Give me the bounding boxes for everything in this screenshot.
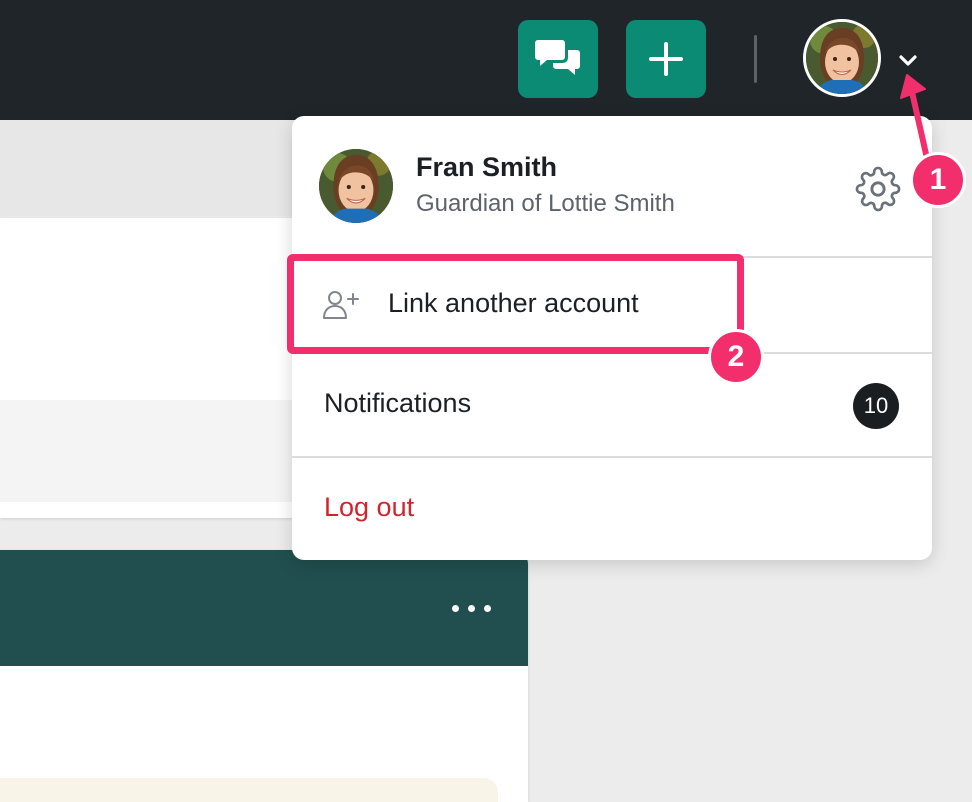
notifications-label: Notifications xyxy=(324,388,472,418)
avatar-photo xyxy=(806,22,878,94)
notifications-count-badge: 10 xyxy=(853,383,899,429)
user-name: Fran Smith xyxy=(416,152,558,182)
feed-card-header xyxy=(0,550,528,666)
avatar-photo xyxy=(319,149,393,223)
step-1-badge: 1 xyxy=(910,152,966,208)
page-header-strip xyxy=(0,120,300,216)
more-horizontal-icon[interactable] xyxy=(452,605,491,612)
content-card-footer xyxy=(0,400,300,502)
menu-avatar xyxy=(319,149,393,223)
user-avatar[interactable] xyxy=(803,19,881,97)
chevron-down-icon[interactable] xyxy=(896,48,920,72)
chat-button[interactable] xyxy=(518,20,598,98)
plus-icon xyxy=(649,42,683,76)
user-subtitle: Guardian of Lottie Smith xyxy=(416,190,675,217)
add-button[interactable] xyxy=(626,20,706,98)
chat-bubbles-icon xyxy=(535,40,580,75)
gear-icon[interactable] xyxy=(855,166,901,212)
notifications-item[interactable]: Notifications 10 xyxy=(292,354,932,456)
step-2-badge: 2 xyxy=(708,329,764,385)
feed-card xyxy=(0,550,528,802)
pointer-arrow-icon xyxy=(900,74,929,157)
feed-card-note xyxy=(0,778,498,802)
top-bar xyxy=(0,0,972,120)
highlight-box xyxy=(287,254,744,354)
logout-item[interactable]: Log out xyxy=(292,458,932,558)
toolbar-divider xyxy=(754,35,757,83)
logout-label: Log out xyxy=(324,492,415,522)
